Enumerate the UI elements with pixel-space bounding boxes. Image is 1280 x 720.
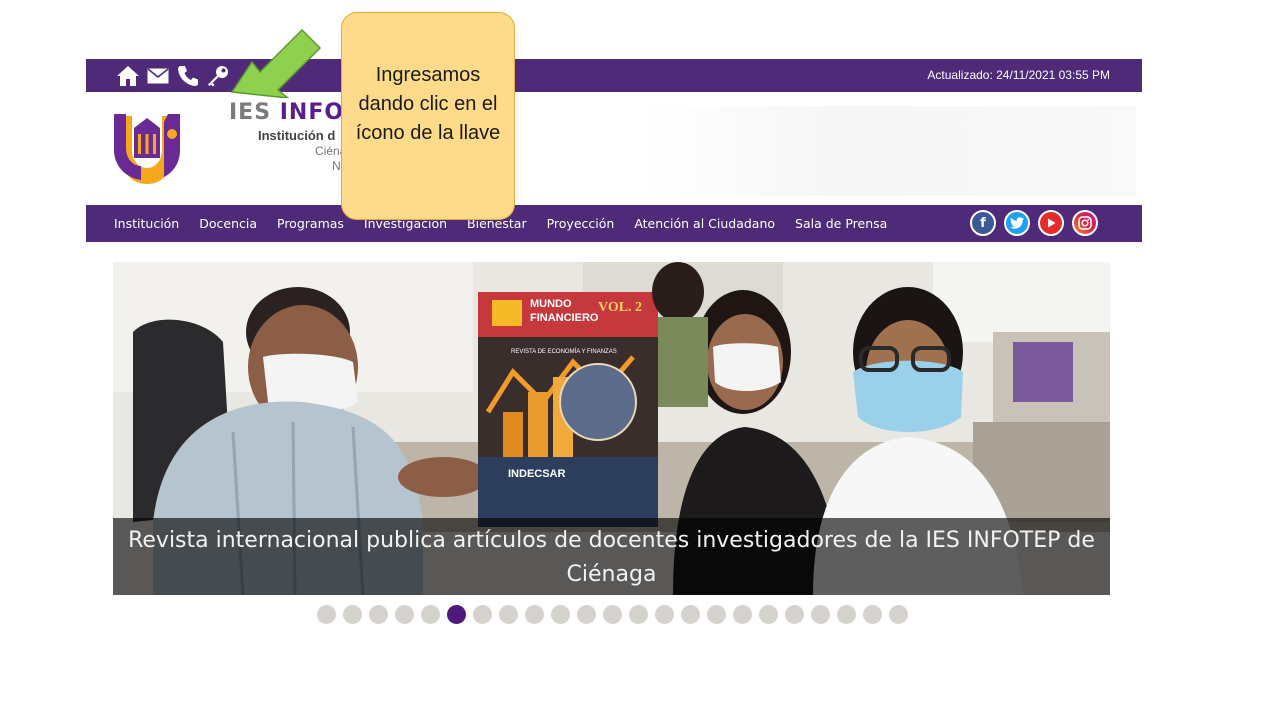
slider-dot[interactable] bbox=[681, 605, 700, 624]
slider-dot[interactable] bbox=[343, 605, 362, 624]
magazine-title-line2: FINANCIERO bbox=[530, 312, 599, 324]
phone-icon[interactable] bbox=[176, 64, 200, 88]
magazine-logo-icon bbox=[492, 300, 522, 326]
slider-pagination bbox=[317, 605, 908, 624]
magazine-cover-header: MUNDO FINANCIERO VOL. 2 bbox=[478, 292, 658, 337]
main-navigation: Institución Docencia Programas Investiga… bbox=[86, 205, 1142, 242]
slider-dot[interactable] bbox=[551, 605, 570, 624]
news-slider[interactable]: Revista internacional publica artículos … bbox=[113, 262, 1110, 595]
slider-dot[interactable] bbox=[707, 605, 726, 624]
slider-dot[interactable] bbox=[785, 605, 804, 624]
site-header: IES INFO Institución d Ciéna N bbox=[86, 92, 1142, 205]
slider-dot[interactable] bbox=[369, 605, 388, 624]
slider-dot[interactable] bbox=[499, 605, 518, 624]
slider-dot[interactable] bbox=[629, 605, 648, 624]
nav-item-sala-de-prensa[interactable]: Sala de Prensa bbox=[795, 216, 887, 231]
nav-item-proyeccion[interactable]: Proyección bbox=[547, 216, 615, 231]
institution-logo[interactable] bbox=[112, 110, 182, 188]
header-banner bbox=[642, 106, 1136, 196]
slider-dot[interactable] bbox=[577, 605, 596, 624]
slider-dot[interactable] bbox=[811, 605, 830, 624]
twitter-icon[interactable] bbox=[1004, 210, 1030, 236]
slider-dot[interactable] bbox=[525, 605, 544, 624]
brand-line-3: N bbox=[332, 159, 341, 173]
magazine-volume: VOL. 2 bbox=[598, 300, 643, 315]
utility-icons bbox=[116, 64, 230, 88]
nav-item-atencion-ciudadano[interactable]: Atención al Ciudadano bbox=[634, 216, 775, 231]
brand-name: IES INFO bbox=[229, 100, 345, 125]
slider-dot[interactable] bbox=[889, 605, 908, 624]
slider-dot[interactable] bbox=[473, 605, 492, 624]
green-arrow-pointer bbox=[230, 28, 322, 98]
mail-icon[interactable] bbox=[146, 64, 170, 88]
instagram-icon[interactable] bbox=[1072, 210, 1098, 236]
social-links: f bbox=[970, 210, 1098, 236]
slider-dot[interactable] bbox=[603, 605, 622, 624]
slider-dot[interactable] bbox=[395, 605, 414, 624]
magazine-title-line1: MUNDO bbox=[530, 298, 572, 310]
slider-dot[interactable] bbox=[655, 605, 674, 624]
slider-dot[interactable] bbox=[863, 605, 882, 624]
magazine-publisher: INDECSAR bbox=[508, 468, 566, 480]
slider-dot-active[interactable] bbox=[447, 605, 466, 624]
youtube-icon[interactable] bbox=[1038, 210, 1064, 236]
magazine-subtitle: REVISTA DE ECONOMÍA Y FINANZAS bbox=[511, 349, 617, 355]
tutorial-callout: Ingresamos dando clic en el ícono de la … bbox=[341, 12, 515, 220]
slider-dot[interactable] bbox=[837, 605, 856, 624]
slider-dot[interactable] bbox=[733, 605, 752, 624]
slider-dot[interactable] bbox=[421, 605, 440, 624]
last-updated-text: Actualizado: 24/11/2021 03:55 PM bbox=[927, 68, 1110, 82]
home-icon[interactable] bbox=[116, 64, 140, 88]
nav-item-docencia[interactable]: Docencia bbox=[199, 216, 257, 231]
slider-dot[interactable] bbox=[759, 605, 778, 624]
slide-caption[interactable]: Revista internacional publica artículos … bbox=[113, 518, 1110, 595]
facebook-icon[interactable]: f bbox=[970, 210, 996, 236]
slider-dot[interactable] bbox=[317, 605, 336, 624]
nav-item-programas[interactable]: Programas bbox=[277, 216, 344, 231]
key-icon[interactable] bbox=[206, 64, 230, 88]
brand-subtitle: Institución d bbox=[258, 128, 336, 143]
nav-item-institucion[interactable]: Institución bbox=[114, 216, 179, 231]
